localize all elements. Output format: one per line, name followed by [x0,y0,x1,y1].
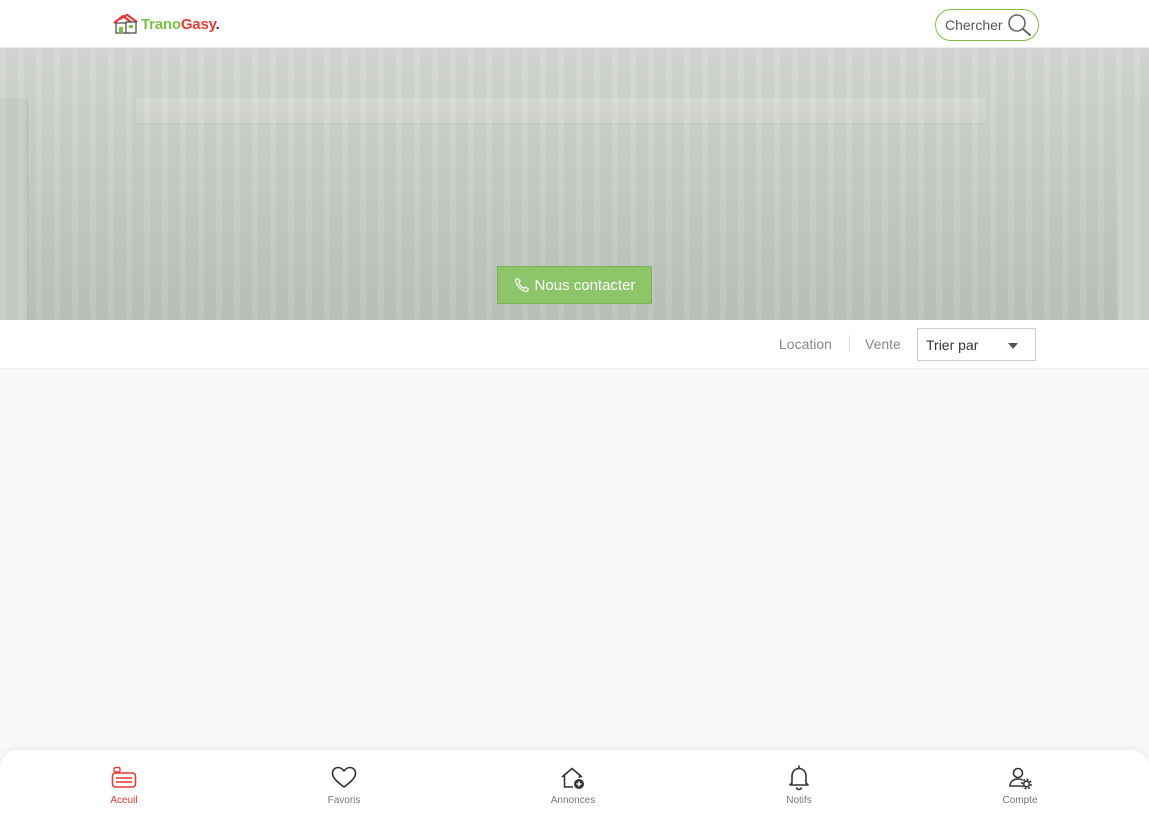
bell-icon [789,764,809,790]
filter-sale[interactable]: Vente [865,336,901,352]
filter-divider [849,335,850,352]
home-listing-icon [111,766,137,788]
house-add-icon [561,767,584,789]
filter-location[interactable]: Location [779,336,832,352]
nav-item-account[interactable]: Compte [980,764,1060,806]
nav-item-home[interactable]: Aceuil [84,764,164,806]
nav-label-account: Compte [1002,795,1038,806]
phone-icon [514,277,529,293]
sort-select-value: Trier par [926,336,979,353]
user-settings-icon [1009,767,1032,789]
brand-name-part1: Trano [141,15,181,33]
nav-label-favorites: Favoris [327,795,361,806]
nav-item-favorites[interactable]: Favoris [304,764,384,806]
brand-name-part3: . [215,15,220,33]
brand-logo[interactable]: TranoGasy. [112,13,220,35]
nav-label-listings: Annonces [550,795,596,806]
search-icon [1007,14,1031,36]
sort-select[interactable]: Trier par [917,328,1036,361]
caret-down-icon [1008,343,1018,349]
top-navbar: TranoGasy. Chercher [0,0,1149,48]
filter-bar: Location Vente Trier par [0,320,1149,369]
nav-item-listings[interactable]: Annonces [533,764,613,806]
nav-label-home: Aceuil [110,795,138,806]
hero-banner: Nous contacter [0,48,1149,320]
nav-item-notifications[interactable]: Notifs [759,764,839,806]
search-button-label: Chercher [945,17,1003,33]
nav-label-notifications: Notifs [786,795,812,806]
contact-us-label: Nous contacter [534,276,636,294]
contact-us-button[interactable]: Nous contacter [497,266,652,304]
bottom-navigation: Aceuil Favoris Annonces Notifs Compte [0,750,1149,815]
search-button[interactable]: Chercher [935,9,1039,41]
brand-name-part2: Gasy [180,15,216,33]
house-logo-icon [113,14,138,34]
heart-icon [331,766,357,788]
